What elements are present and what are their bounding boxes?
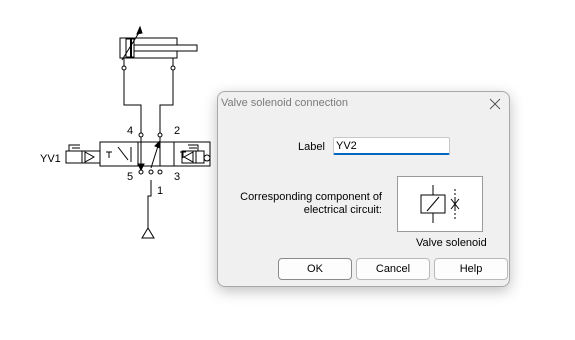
- port-label-2: 2: [174, 125, 180, 137]
- label-caption: Label: [298, 141, 325, 153]
- component-caption-line1: Corresponding component of: [240, 191, 382, 203]
- cylinder-symbol: [119, 25, 198, 71]
- cancel-button[interactable]: Cancel: [356, 258, 430, 280]
- help-button[interactable]: Help: [434, 258, 508, 280]
- dialog-titlebar[interactable]: Valve solenoid connection: [218, 92, 509, 116]
- ok-button[interactable]: OK: [278, 258, 352, 280]
- pneumatic-schematic: YV1 4 2 5 3 1: [40, 25, 211, 239]
- valve-tag-label: YV1: [40, 153, 61, 165]
- port-label-4: 4: [127, 125, 133, 137]
- port-label-1: 1: [157, 185, 163, 197]
- component-preview: [397, 176, 483, 232]
- valve-solenoid-dialog: Valve solenoid connection Label Correspo…: [217, 91, 510, 287]
- port-label-3: 3: [174, 171, 180, 183]
- close-icon[interactable]: [487, 96, 503, 112]
- component-caption-line2: electrical circuit:: [303, 204, 382, 216]
- port-label-5: 5: [127, 171, 133, 183]
- valve-symbol: [65, 132, 211, 175]
- label-input[interactable]: [333, 137, 450, 155]
- dialog-title: Valve solenoid connection: [221, 97, 348, 109]
- valve-solenoid-icon: [420, 185, 460, 223]
- preview-caption: Valve solenoid: [416, 237, 487, 249]
- pressure-source-symbol: [141, 227, 155, 239]
- component-caption: Corresponding component of electrical ci…: [232, 191, 382, 217]
